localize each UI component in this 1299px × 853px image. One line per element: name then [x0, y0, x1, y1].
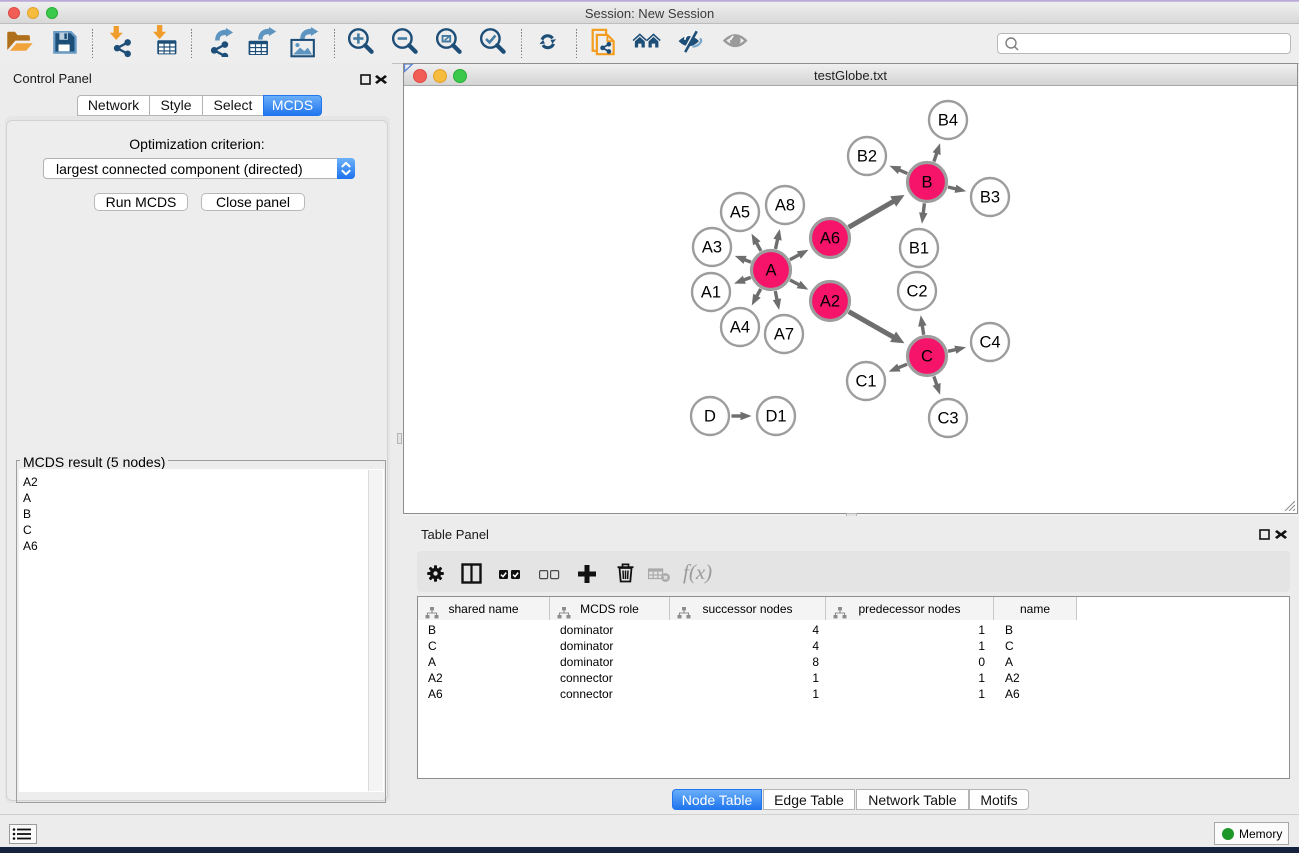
svg-text:A4: A4 [730, 319, 750, 337]
svg-text:C3: C3 [937, 410, 958, 428]
svg-text:B: B [921, 174, 932, 192]
svg-text:A8: A8 [775, 197, 795, 215]
svg-text:C: C [921, 348, 933, 366]
svg-text:C1: C1 [855, 373, 876, 391]
svg-text:B4: B4 [938, 112, 958, 130]
svg-text:A2: A2 [820, 293, 840, 311]
svg-text:D: D [704, 408, 716, 426]
svg-text:A5: A5 [730, 204, 750, 222]
svg-text:C2: C2 [906, 283, 927, 301]
svg-text:A3: A3 [702, 239, 722, 257]
svg-text:C4: C4 [979, 334, 1000, 352]
svg-text:B2: B2 [857, 148, 877, 166]
svg-text:B3: B3 [980, 189, 1000, 207]
svg-text:B1: B1 [909, 240, 929, 258]
svg-text:A1: A1 [701, 284, 721, 302]
svg-text:D1: D1 [765, 408, 786, 426]
svg-text:A7: A7 [774, 326, 794, 344]
svg-text:A6: A6 [820, 230, 840, 248]
svg-text:A: A [765, 262, 776, 280]
